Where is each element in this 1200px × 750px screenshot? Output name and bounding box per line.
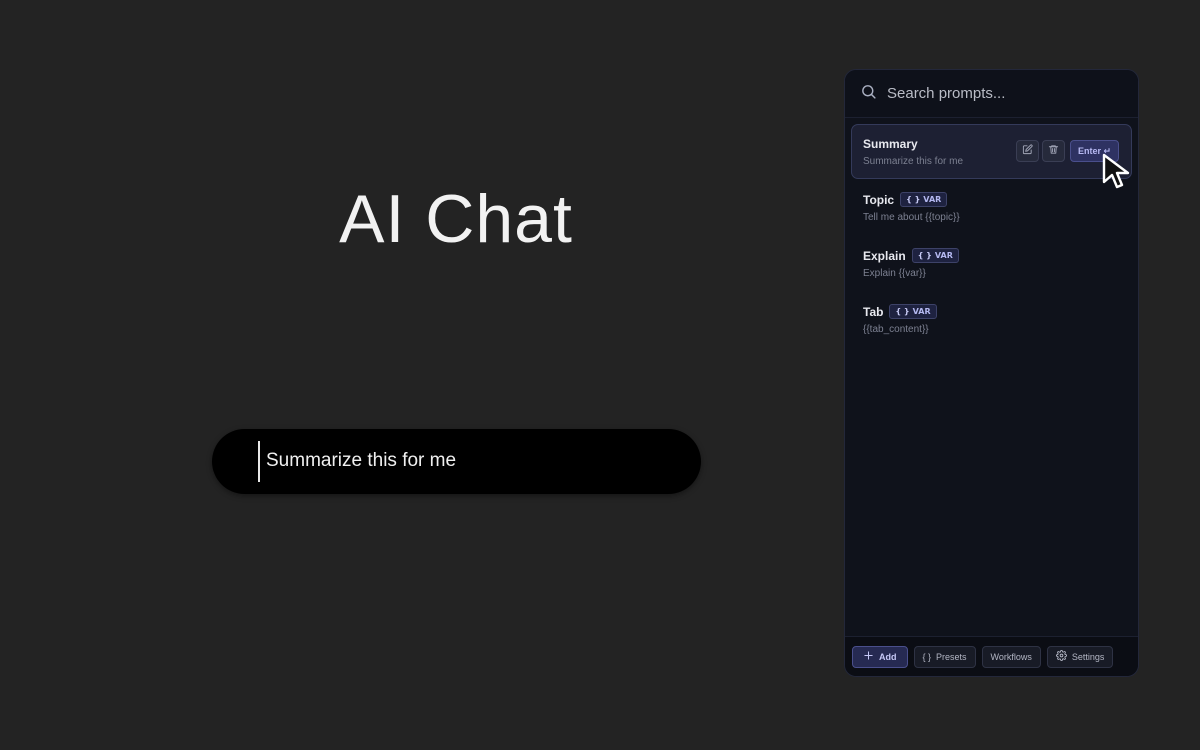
add-button[interactable]: Add [852,645,908,668]
settings-button-label: Settings [1071,651,1105,662]
workflows-button-label: Workflows [990,651,1032,662]
prompt-item-title: Tab [863,304,884,319]
search-icon [860,83,877,105]
plus-icon [863,650,874,663]
var-badge-label: VAR [912,307,931,316]
prompt-item-subtitle: Explain {{var}} [863,268,926,279]
text-caret [258,441,260,482]
presets-button[interactable]: { } Presets [913,645,976,668]
prompt-panel: Summary Summarize this for me Enter ↵ [844,69,1139,677]
settings-button[interactable]: Settings [1046,645,1114,668]
prompt-item-title: Topic [863,192,895,207]
workflows-button[interactable]: Workflows [981,645,1041,668]
var-badge-label: VAR [934,251,953,260]
panel-footer: Add { } Presets Workflows Settings [845,636,1138,676]
prompt-item-title: Summary [863,136,918,151]
braces-icon: { } [895,307,910,316]
prompt-list: Summary Summarize this for me Enter ↵ To… [845,118,1138,347]
braces-icon: { } [906,195,921,204]
gear-icon [1055,650,1067,663]
var-badge: { } VAR [900,192,948,207]
add-button-label: Add [879,651,897,662]
prompt-item-tab[interactable]: Tab { } VAR {{tab_content}} [851,292,1132,347]
prompt-item-explain[interactable]: Explain { } VAR Explain {{var}} [851,236,1132,291]
prompt-item-title: Explain [863,248,906,263]
prompt-search-bar [845,70,1138,118]
var-badge: { } VAR [889,304,937,319]
prompt-item-topic[interactable]: Topic { } VAR Tell me about {{topic}} [851,180,1132,235]
mouse-cursor-icon [1102,153,1130,189]
prompt-item-subtitle: {{tab_content}} [863,324,929,335]
var-badge-label: VAR [923,195,942,204]
var-badge: { } VAR [911,248,959,263]
search-prompts-input[interactable] [887,85,1117,102]
trash-icon [1048,142,1059,160]
chat-input-text: Summarize this for me [266,450,457,471]
delete-button[interactable] [1041,140,1065,162]
chat-input[interactable]: Summarize this for me [212,429,701,494]
presets-button-label: Presets [936,651,967,662]
prompt-item-subtitle: Tell me about {{topic}} [863,212,960,223]
braces-icon: { } [922,651,932,662]
prompt-item-summary[interactable]: Summary Summarize this for me Enter ↵ [851,124,1132,179]
edit-icon [1022,142,1033,160]
page-title: AI Chat [339,181,573,257]
edit-button[interactable] [1015,140,1039,162]
braces-icon: { } [917,251,932,260]
